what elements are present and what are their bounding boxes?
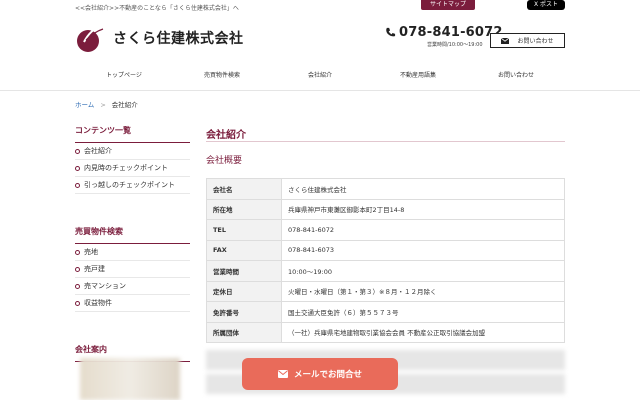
table-row: 免許番号 国土交通大臣免許（６）第５５７３号 <box>206 301 565 323</box>
bullet-icon <box>75 165 80 171</box>
row-value: 火曜日・水曜日（第１・第３）※８月・１２月除く <box>281 280 565 302</box>
global-nav: トップページ 売買物件検索 会社紹介 不動産用語集 お問い合わせ <box>75 70 565 84</box>
x-post-button[interactable]: X ポスト <box>527 0 565 10</box>
breadcrumb-separator: > <box>100 101 106 109</box>
sidebar-item-house[interactable]: 売戸建 <box>75 261 190 278</box>
sidebar-item-label: 内見時のチェックポイント <box>84 163 168 172</box>
table-row: 所属団体 （一社）兵庫県宅地建物取引業協会会員 不動産公正取引協議会加盟 <box>206 321 565 343</box>
table-row: 所在地 兵庫県神戸市東灘区御影本町2丁目14-8 <box>206 198 565 220</box>
sidebar-item-label: 会社紹介 <box>84 146 112 155</box>
breadcrumb-home[interactable]: ホーム <box>75 101 94 109</box>
sidebar-search: 売買物件検索 売地 売戸建 売マンション 収益物件 <box>75 226 190 312</box>
sidebar-item-mansion[interactable]: 売マンション <box>75 278 190 295</box>
sitemap-button[interactable]: サイトマップ <box>421 0 475 10</box>
bullet-icon <box>75 182 80 188</box>
table-row: 会社名 さくら住建株式会社 <box>206 178 565 200</box>
table-row: FAX 078-841-6073 <box>206 239 565 261</box>
mail-icon <box>277 370 288 378</box>
company-info-table: 会社名 さくら住建株式会社 所在地 兵庫県神戸市東灘区御影本町2丁目14-8 TEL… <box>206 178 565 343</box>
row-label: TEL <box>206 219 282 241</box>
row-label: 所在地 <box>206 198 282 220</box>
sidebar-contents-title: コンテンツ一覧 <box>75 125 190 143</box>
bullet-icon <box>75 148 80 154</box>
sidebar-item-company[interactable]: 会社紹介 <box>75 143 190 160</box>
table-row: 営業時間 10:00〜19:00 <box>206 260 565 282</box>
business-hours: 営業時間/10:00〜19:00 <box>427 42 483 48</box>
section-title: 会社概要 <box>206 156 243 166</box>
row-value: 078-841-6073 <box>281 239 565 261</box>
table-row: TEL 078-841-6072 <box>206 219 565 241</box>
row-value: （一社）兵庫県宅地建物取引業協会会員 不動産公正取引協議会加盟 <box>281 321 565 343</box>
phone-number: 078-841-6072 <box>399 25 503 40</box>
sidebar-item-investment[interactable]: 収益物件 <box>75 295 190 312</box>
contact-button[interactable]: お問い合わせ <box>490 33 565 48</box>
nav-item-top[interactable]: トップページ <box>75 70 173 84</box>
mail-contact-float-button[interactable]: メールでお問合せ <box>242 358 398 390</box>
row-label: 免許番号 <box>206 301 282 323</box>
sidebar-banner-image[interactable] <box>80 358 180 400</box>
phone-number-block[interactable]: 078-841-6072 <box>385 25 503 40</box>
row-label: 定休日 <box>206 280 282 302</box>
title-divider <box>206 141 565 142</box>
sidebar-item-label: 引っ越しのチェックポイント <box>84 180 175 189</box>
phone-icon <box>386 27 396 37</box>
bullet-icon <box>75 300 80 306</box>
row-label: 所属団体 <box>206 321 282 343</box>
nav-item-glossary[interactable]: 不動産用語集 <box>369 70 467 84</box>
sidebar-item-label: 売戸建 <box>84 264 105 273</box>
company-logo[interactable]: さくら住建株式会社 <box>75 22 244 54</box>
mail-icon <box>501 37 510 44</box>
row-value: 兵庫県神戸市東灘区御影本町2丁目14-8 <box>281 198 565 220</box>
sidebar-item-moving-checkpoints[interactable]: 引っ越しのチェックポイント <box>75 177 190 194</box>
contact-button-label: お問い合わせ <box>517 38 554 45</box>
sidebar-search-title: 売買物件検索 <box>75 226 190 244</box>
row-label: FAX <box>206 239 282 261</box>
sakura-logo-icon <box>77 24 104 52</box>
row-value: 078-841-6072 <box>281 219 565 241</box>
nav-divider <box>0 90 640 91</box>
header-tagline: <<会社紹介>>不動産のことなら「さくら住建株式会社」へ <box>75 5 239 12</box>
nav-item-contact[interactable]: お問い合わせ <box>467 70 565 84</box>
nav-item-company[interactable]: 会社紹介 <box>271 70 369 84</box>
bullet-icon <box>75 249 80 255</box>
sidebar-item-label: 収益物件 <box>84 298 112 307</box>
bullet-icon <box>75 283 80 289</box>
row-value: 10:00〜19:00 <box>281 260 565 282</box>
sidebar-item-land[interactable]: 売地 <box>75 244 190 261</box>
row-label: 営業時間 <box>206 260 282 282</box>
company-name: さくら住建株式会社 <box>113 31 244 47</box>
row-value: 国土交通大臣免許（６）第５５７３号 <box>281 301 565 323</box>
sidebar-contents: コンテンツ一覧 会社紹介 内見時のチェックポイント 引っ越しのチェックポイント <box>75 125 190 194</box>
sidebar-item-label: 売マンション <box>84 281 126 290</box>
page-title: 会社紹介 <box>206 130 246 141</box>
sidebar-item-label: 売地 <box>84 247 98 256</box>
table-row: 定休日 火曜日・水曜日（第１・第３）※８月・１２月除く <box>206 280 565 302</box>
mail-contact-label: メールでお問合せ <box>293 370 362 380</box>
breadcrumb: ホーム > 会社紹介 <box>75 99 138 109</box>
row-label: 会社名 <box>206 178 282 200</box>
row-value: さくら住建株式会社 <box>281 178 565 200</box>
bullet-icon <box>75 266 80 272</box>
sidebar-item-viewing-checkpoints[interactable]: 内見時のチェックポイント <box>75 160 190 177</box>
breadcrumb-current: 会社紹介 <box>111 101 138 109</box>
nav-item-property-search[interactable]: 売買物件検索 <box>173 70 271 84</box>
